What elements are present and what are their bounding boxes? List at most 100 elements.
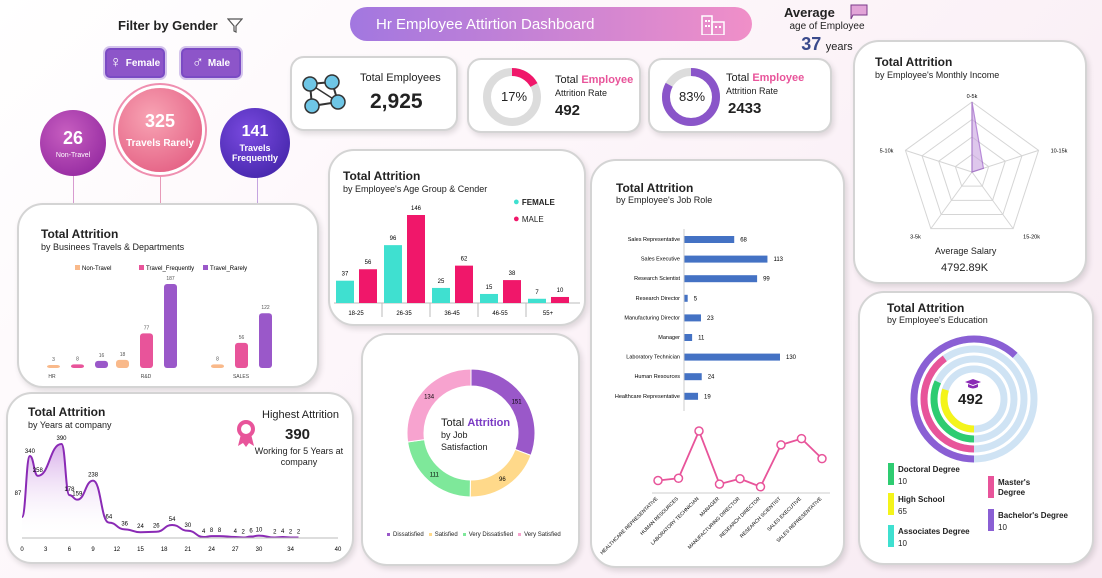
edu-title: Total Attrition — [887, 301, 965, 315]
role-value-manufacturing-director: 23 — [707, 316, 714, 322]
slice-label-very-satisfied: 134 — [424, 395, 435, 401]
non-travel-circle[interactable]: 26 Non-Travel — [40, 110, 106, 176]
female-symbol-icon: ♀ — [109, 54, 122, 71]
role-bar-sales-representative — [684, 236, 735, 243]
legend-swatch-very-satisfied — [518, 533, 522, 536]
bar-label-r-d-travel-rarely: 187 — [166, 276, 175, 282]
radar-label-0-5k: 0-5k — [967, 94, 978, 100]
role-label-research-director: Research Director — [636, 296, 680, 302]
bar-label-r-d-non-travel: 18 — [120, 352, 126, 358]
role-bar-chart: Sales Representative 68 Sales Executive 113… — [615, 229, 797, 411]
male-filter-button[interactable]: ♂ Male — [181, 48, 241, 78]
years-point-label-25: 8 — [218, 528, 222, 534]
years-point-label-15: 24 — [137, 524, 144, 530]
female-filter-button[interactable]: ♀ Female — [105, 48, 165, 78]
male-symbol-icon: ♂ — [191, 54, 204, 71]
male-label: Male — [207, 57, 231, 69]
role-point-manufacturing-director — [735, 473, 745, 484]
bar-hr-non-travel — [47, 365, 60, 368]
filter-label: Filter by Gender — [118, 18, 218, 33]
years-tick-27: 27 — [232, 547, 239, 553]
category-label-sales: SALES — [233, 374, 250, 380]
doctoral-value: 10 — [898, 477, 907, 486]
bar-label-hr-non-travel: 3 — [52, 357, 55, 363]
bar-label-sales-travel-frequently: 56 — [239, 335, 245, 341]
filter-icon[interactable] — [226, 17, 244, 38]
total-employees-label: Total Employees — [360, 72, 441, 84]
card-job-satisfaction: 151 96 111 134 Total Attrition by Job Satis… — [361, 333, 580, 566]
highschool-swatch — [888, 493, 894, 515]
bar-55-male — [551, 296, 569, 303]
highschool-value: 65 — [898, 507, 907, 516]
role-point-sales-executive — [796, 433, 807, 444]
sat-rest: by Job Satisfaction — [441, 430, 488, 452]
years-tick-3: 3 — [44, 547, 48, 553]
age-title: Total Attrition — [343, 169, 421, 183]
years-point-label-23: 4 — [202, 529, 206, 535]
rate1-sub: Attrition Rate — [555, 88, 608, 98]
role-value-research-scientist: 99 — [763, 277, 770, 283]
bar-18-25-male — [359, 269, 377, 303]
rate2-sub: Attrition Rate — [726, 86, 779, 96]
years-tick-40: 40 — [335, 547, 342, 553]
bar-label-26-35-male: 146 — [411, 206, 422, 212]
female-label: Female — [125, 57, 161, 69]
bachelors-value: 10 — [998, 523, 1007, 532]
years-point-label-9: 238 — [88, 473, 99, 479]
bar-55-female — [528, 298, 546, 303]
bar-36-45-male — [455, 265, 473, 303]
role-value-sales-representative: 68 — [740, 238, 747, 244]
travel-frequently-value: 141 — [241, 123, 269, 140]
rate2-value: 2433 — [728, 100, 762, 117]
highest-label: Highest Attrition — [262, 409, 340, 421]
associates-name: Associates Degree — [898, 527, 970, 536]
doctoral-name: Doctoral Degree — [898, 465, 960, 474]
travel-rarely-value: 325 — [144, 111, 176, 131]
years-point-label-32: 2 — [273, 530, 277, 536]
non-travel-label: Non-Travel — [55, 151, 91, 159]
role-label-laboratory-technician: Laboratory Technician — [626, 355, 680, 361]
years-tick-15: 15 — [137, 547, 144, 553]
role-value-laboratory-technician: 130 — [786, 355, 797, 361]
kpi-total-employees: Total Employees 2,925 — [290, 56, 458, 131]
role-bar-healthcare-representative — [684, 392, 699, 400]
category-label-46-55: 46-55 — [492, 311, 508, 317]
years-tick-18: 18 — [161, 547, 168, 553]
years-point-label-35: 2 — [297, 530, 301, 536]
slice-label-dissatisfied: 151 — [512, 399, 523, 405]
average-age-unit: years — [825, 41, 853, 53]
rate1-pre: Total — [555, 74, 579, 86]
category-label-hr: HR — [48, 374, 56, 380]
card-monthly-income: Total Attrition by Employee's Monthly In… — [853, 40, 1087, 284]
building-icon — [698, 13, 728, 39]
bar-label-46-55-male: 38 — [509, 271, 516, 277]
category-label-55: 55+ — [543, 311, 554, 317]
sat-pre: Total — [441, 417, 465, 429]
role-value-research-director: 5 — [694, 296, 698, 302]
role-label-sales-representative: Sales Representative — [628, 237, 680, 243]
dept-title: Total Attrition — [41, 227, 119, 241]
bar-label-36-45-female: 25 — [438, 279, 445, 285]
years-point-label-34: 2 — [289, 530, 293, 536]
non-travel-value: 26 — [62, 127, 84, 148]
salary-value: 4792.89K — [941, 262, 989, 274]
legend-label-satisfied: Satisfied — [434, 532, 458, 538]
bar-label-55-male: 10 — [557, 288, 564, 294]
years-point-label-2: 258 — [33, 468, 44, 474]
salary-label: Average Salary — [935, 246, 997, 256]
rate1-emph: Employee — [581, 74, 634, 86]
radar-label-3-5k: 3-5k — [910, 235, 921, 241]
years-point-label-1: 340 — [25, 449, 36, 455]
network-people-icon — [298, 72, 348, 121]
travel-rarely-circle[interactable]: 325 Travels Rarely — [118, 88, 202, 172]
dashboard-title: Hr Employee Attirtion Dashboard — [376, 15, 595, 33]
bar-label-18-25-male: 56 — [365, 260, 372, 266]
category-label-r-d: R&D — [141, 374, 152, 380]
rate1-heading: Total Employee — [555, 74, 633, 86]
legend-swatch-travel-rarely — [203, 265, 208, 270]
travel-frequently-circle[interactable]: 141 Travels Frequently — [220, 108, 290, 178]
doctoral-swatch — [888, 463, 894, 485]
bar-label-18-25-female: 37 — [342, 272, 349, 278]
years-point-label-7: 159 — [72, 492, 83, 498]
role-point-human-resources — [673, 473, 684, 484]
